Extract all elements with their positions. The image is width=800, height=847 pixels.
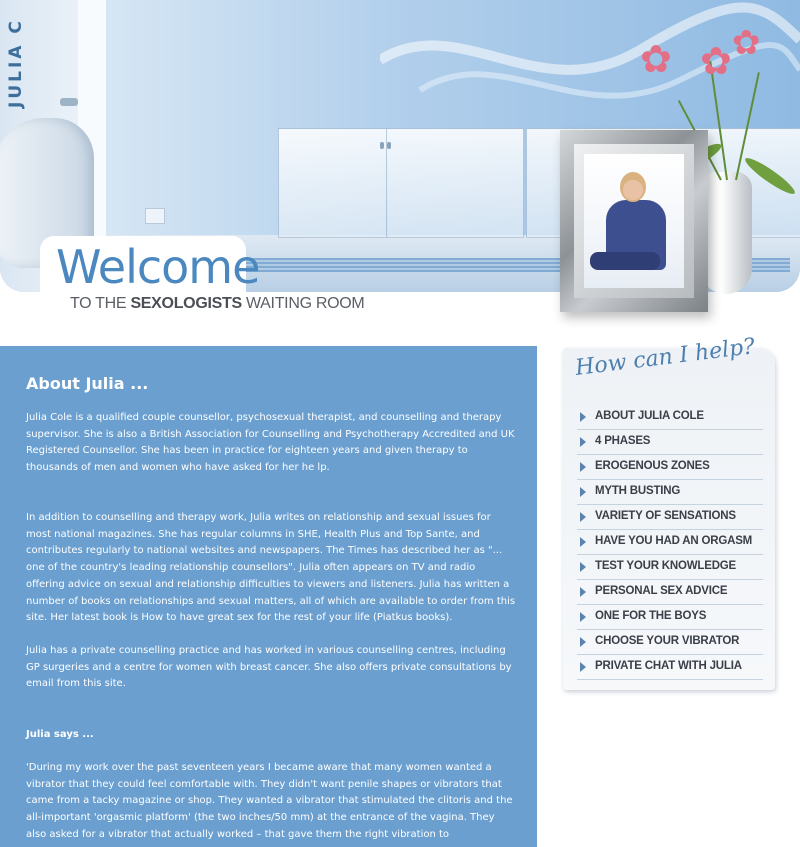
- nav-item-have-you-had-an-orgasm[interactable]: HAVE YOU HAD AN ORGASM: [577, 531, 763, 555]
- about-paragraph-3: Julia has a private counselling practice…: [26, 645, 512, 690]
- lily-flower-icon: ✿: [700, 39, 732, 83]
- nav-item-4-phases[interactable]: 4 PHASES: [577, 431, 763, 455]
- side-name-text: JULIA C: [6, 18, 26, 108]
- arrow-right-icon: [580, 587, 586, 597]
- cabinet-knob: [380, 142, 384, 149]
- arrow-right-icon: [580, 612, 586, 622]
- nav-item-choose-your-vibrator[interactable]: CHOOSE YOUR VIBRATOR: [577, 631, 763, 655]
- lily-flower-icon: ✿: [640, 37, 672, 81]
- nav-item-erogenous-zones[interactable]: EROGENOUS ZONES: [577, 456, 763, 480]
- about-paragraph-2: In addition to counselling and therapy w…: [26, 512, 516, 624]
- welcome-heading: Welcome: [56, 240, 260, 294]
- julia-photo: [584, 154, 684, 288]
- arrow-right-icon: [580, 437, 586, 447]
- arrow-right-icon: [580, 662, 586, 672]
- header-banner: JULIA C ✿ ✿ ✿ Welcome TO THE SEXOLOGISTS…: [0, 0, 800, 346]
- arrow-right-icon: [580, 412, 586, 422]
- nav-item-one-for-the-boys[interactable]: ONE FOR THE BOYS: [577, 606, 763, 630]
- about-paragraph-1: Julia Cole is a qualified couple counsel…: [26, 412, 515, 474]
- help-nav-menu: ABOUT JULIA COLE 4 PHASES EROGENOUS ZONE…: [577, 406, 763, 681]
- arrow-right-icon: [580, 537, 586, 547]
- arrow-right-icon: [580, 487, 586, 497]
- nav-item-test-your-knowledge[interactable]: TEST YOUR KNOWLEDGE: [577, 556, 763, 580]
- julia-says-heading: Julia says ...: [26, 729, 94, 740]
- welcome-subtitle: TO THE SEXOLOGISTS WAITING ROOM: [70, 295, 365, 312]
- arrow-right-icon: [580, 512, 586, 522]
- nav-item-about-julia-cole[interactable]: ABOUT JULIA COLE: [577, 406, 763, 430]
- cabinet-door: [386, 128, 524, 238]
- picture-frame: [560, 130, 708, 312]
- nav-item-myth-busting[interactable]: MYTH BUSTING: [577, 481, 763, 505]
- about-julia-heading: About Julia ...: [26, 374, 149, 393]
- cabinet-door: [278, 128, 388, 238]
- lily-flower-icon: ✿: [732, 23, 761, 63]
- nav-item-private-chat-with-julia[interactable]: PRIVATE CHAT WITH JULIA: [577, 656, 763, 680]
- nav-item-personal-sex-advice[interactable]: PERSONAL SEX ADVICE: [577, 581, 763, 605]
- wall-swirl-decoration: [380, 2, 800, 99]
- door-handle: [60, 98, 78, 106]
- arrow-right-icon: [580, 562, 586, 572]
- main-content: About Julia ... Julia Cole is a qualifie…: [0, 346, 537, 847]
- arrow-right-icon: [580, 637, 586, 647]
- arrow-right-icon: [580, 462, 586, 472]
- wall-socket: [145, 208, 165, 224]
- cabinet-knob: [387, 142, 391, 149]
- nav-item-variety-of-sensations[interactable]: VARIETY OF SENSATIONS: [577, 506, 763, 530]
- help-sidebar: How can I help? ABOUT JULIA COLE 4 PHASE…: [563, 334, 775, 690]
- julia-quote: 'During my work over the past seventeen …: [26, 762, 513, 840]
